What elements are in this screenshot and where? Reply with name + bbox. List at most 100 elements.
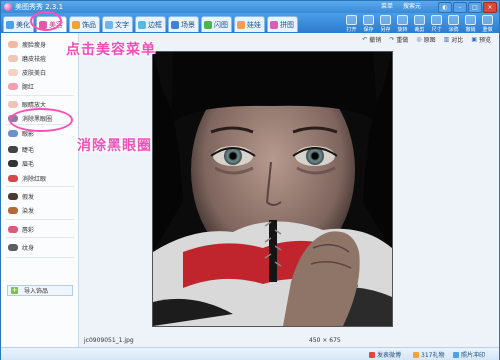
tool-button-7[interactable]: 撤销 (462, 14, 479, 33)
gift-icon (413, 351, 419, 358)
minimize-button[interactable]: – (453, 2, 467, 13)
tool-label: 尺寸 (431, 27, 442, 33)
editor-area: ↶ 撤销 ↷ 重做 ◎ 原图 ▥ 对比 ▣ 预览 jc0909051_1.jpg… (79, 33, 499, 347)
gift-button[interactable]: 317礼物 (413, 350, 444, 359)
sidebar-item-3[interactable]: 腮红 (8, 81, 34, 91)
weibo-icon (369, 351, 375, 358)
sidebar-item-label: 消除红眼 (22, 175, 47, 183)
tool-label: 撤销 (465, 27, 476, 33)
sidebar-item-10[interactable]: 假发 (8, 191, 34, 201)
sidebar-divider (6, 186, 74, 187)
print-icon (453, 351, 459, 358)
sidebar-item-9[interactable]: 消除红眼 (8, 173, 46, 183)
undo-button[interactable]: ↶ 撤销 (362, 35, 381, 44)
preview-button[interactable]: ▣ 预览 (471, 35, 491, 44)
sidebar-item-icon (8, 82, 18, 90)
tool-icon (448, 15, 459, 25)
sidebar-item-label: 磨皮祛痘 (22, 55, 47, 63)
import-accessory-button[interactable]: + 导入饰品 (7, 285, 73, 296)
tab-icon (204, 20, 212, 29)
sidebar-item-7[interactable]: 睫毛 (8, 144, 34, 154)
tool-icon (431, 15, 442, 25)
plus-icon: + (11, 286, 18, 294)
sidebar-divider (6, 95, 74, 96)
sidebar-divider (6, 237, 74, 238)
print-photo-button[interactable]: 照片冲印 (453, 350, 485, 359)
tab-label: 闪图 (214, 20, 228, 29)
photo-canvas[interactable] (152, 51, 393, 327)
tool-icon (482, 15, 493, 25)
sidebar-item-2[interactable]: 皮肤美白 (8, 67, 46, 77)
tool-button-6[interactable]: 涂鸦 (445, 14, 462, 33)
sidebar-item-label: 腮红 (22, 83, 35, 91)
tool-label: 裁剪 (414, 27, 425, 33)
tab-4[interactable]: 边框 (135, 16, 166, 32)
sidebar-item-1[interactable]: 磨皮祛痘 (8, 53, 46, 63)
original-button[interactable]: ◎ 原图 (416, 35, 435, 44)
beauty-sidebar: + 导入饰品 瘦脸瘦身 磨皮祛痘 皮肤美白 腮红 眼睛放大 消除黑眼圈 眼影 睫毛 眉毛 消除红眼… (2, 33, 79, 347)
tool-button-8[interactable]: 重做 (479, 14, 496, 33)
sidebar-item-icon (8, 192, 18, 200)
tab-6[interactable]: 闪图 (201, 16, 232, 32)
post-weibo-button[interactable]: 发表微博 (369, 350, 401, 359)
maximize-button[interactable]: □ (468, 2, 482, 13)
tab-label: 美化 (16, 20, 30, 29)
tab-icon (237, 20, 245, 29)
print-photo-label: 照片冲印 (461, 352, 486, 359)
annotation-step1: 点击美容菜单 (66, 42, 156, 58)
file-name: jc0909051_1.jpg (84, 337, 134, 344)
sidebar-item-label: 瘦脸瘦身 (22, 41, 47, 49)
menu-link[interactable]: 菜单 (381, 3, 393, 10)
sidebar-item-icon (8, 68, 18, 76)
tool-label: 保存 (363, 27, 374, 33)
skin-button[interactable]: ◐ (438, 2, 452, 13)
search-link[interactable]: 搜索元 (403, 3, 421, 10)
tool-button-0[interactable]: 打开 (343, 14, 360, 33)
tab-icon (6, 20, 14, 29)
app-window: 美图秀秀 2.3.1 菜单 搜索元 ◐ – □ × 美化 美容 饰品 文字 边框 场景 闪图… (0, 0, 500, 360)
sidebar-item-icon (8, 40, 18, 48)
sidebar-item-label: 染发 (22, 207, 35, 215)
sidebar-item-0[interactable]: 瘦脸瘦身 (8, 39, 46, 49)
tool-button-1[interactable]: 保存 (360, 14, 377, 33)
tab-icon (72, 20, 80, 29)
sidebar-item-icon (8, 174, 18, 182)
tool-icon (363, 15, 374, 25)
tool-buttons: 打开 保存 另存 旋转 裁剪 尺寸 涂鸦 撤销 重做 (343, 14, 496, 33)
tool-button-5[interactable]: 尺寸 (428, 14, 445, 33)
main-tab-bar: 美化 美容 饰品 文字 边框 场景 闪图 娃娃 拼图 打开 保存 另存 旋转 裁剪 尺寸 涂鸦 撤销 重做 (1, 13, 499, 33)
highlight-circle-tab (30, 11, 62, 31)
tab-3[interactable]: 文字 (102, 16, 133, 32)
tab-8[interactable]: 拼图 (267, 16, 298, 32)
tool-button-4[interactable]: 裁剪 (411, 14, 428, 33)
app-title: 美图秀秀 2.3.1 (15, 3, 64, 11)
sidebar-item-11[interactable]: 染发 (8, 205, 34, 215)
tool-button-2[interactable]: 另存 (377, 14, 394, 33)
highlight-circle-item (9, 108, 73, 132)
bottom-bar: 发表微博 317礼物 照片冲印 (1, 347, 499, 360)
tab-label: 场景 (181, 20, 195, 29)
redo-button[interactable]: ↷ 重做 (389, 35, 408, 44)
tab-label: 拼图 (280, 20, 294, 29)
tool-button-3[interactable]: 旋转 (394, 14, 411, 33)
compare-button[interactable]: ▥ 对比 (444, 35, 464, 44)
tab-7[interactable]: 娃娃 (234, 16, 265, 32)
tab-2[interactable]: 饰品 (69, 16, 100, 32)
editor-toolbar: ↶ 撤销 ↷ 重做 ◎ 原图 ▥ 对比 ▣ 预览 (354, 35, 491, 44)
sidebar-divider (6, 219, 74, 220)
tab-icon (270, 20, 278, 29)
tab-icon (171, 20, 179, 29)
sidebar-item-label: 唇彩 (22, 226, 35, 234)
sidebar-item-icon (8, 129, 18, 137)
tab-5[interactable]: 场景 (168, 16, 199, 32)
tab-label: 饰品 (82, 20, 96, 29)
app-logo-icon (4, 3, 12, 11)
sidebar-item-icon (8, 54, 18, 62)
sidebar-item-12[interactable]: 唇彩 (8, 224, 34, 234)
sidebar-item-icon (8, 159, 18, 167)
sidebar-item-13[interactable]: 纹身 (8, 242, 34, 252)
close-button[interactable]: × (483, 2, 497, 13)
window-controls: ◐ – □ × (437, 2, 497, 13)
sidebar-item-8[interactable]: 眉毛 (8, 158, 34, 168)
import-label: 导入饰品 (24, 288, 49, 295)
